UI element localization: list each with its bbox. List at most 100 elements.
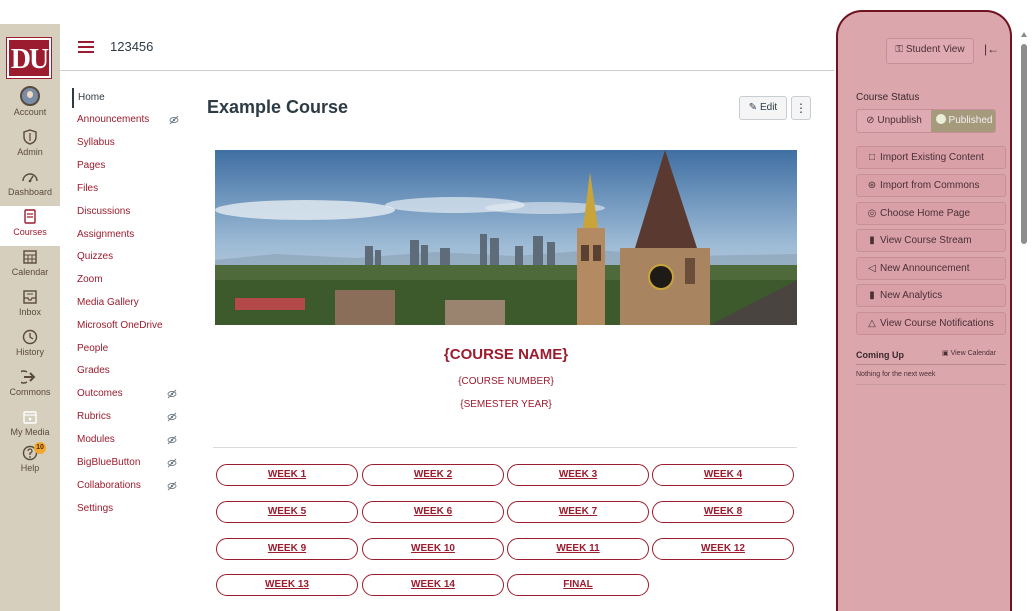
week-6-button[interactable]: WEEK 6 [362,501,504,523]
page-title: Example Course [207,97,349,117]
course-nav-media-gallery[interactable]: Media Gallery [72,293,192,313]
course-nav-collaborations[interactable]: Collaborations [72,476,192,496]
view-course-notifications-button[interactable]: △ View Course Notifications [856,312,1006,335]
pencil-icon: ✎ [748,102,758,113]
week-12-button[interactable]: WEEK 12 [652,538,794,560]
week-3-button[interactable]: WEEK 3 [507,464,649,486]
week-10-button[interactable]: WEEK 10 [362,538,504,560]
course-nav-zoom[interactable]: Zoom [72,270,192,290]
action-label: Import Existing Content [880,152,984,163]
scrollbar[interactable] [1018,30,1030,611]
view-course-stream-button[interactable]: ▮ View Course Stream [856,229,1006,252]
course-nav-bigbluebutton[interactable]: BigBlueButton [72,453,192,473]
student-view-button[interactable]: ⚿ Student View [886,38,974,64]
collapse-panel-icon[interactable]: |← [984,42,999,56]
course-nav-label: Outcomes [77,388,123,399]
course-nav-quizzes[interactable]: Quizzes [72,247,192,267]
import-from-commons-button[interactable]: ⊛ Import from Commons [856,174,1006,197]
edit-button[interactable]: ✎ Edit [739,96,787,120]
global-nav-inbox[interactable]: Inbox [0,286,60,326]
global-nav-label: Admin [17,147,43,157]
week-1-button[interactable]: WEEK 1 [216,464,358,486]
course-nav-settings[interactable]: Settings [72,499,192,519]
course-nav-home[interactable]: Home [72,88,192,108]
course-nav-label: Modules [77,434,115,445]
course-nav-modules[interactable]: Modules [72,430,192,450]
action-label: Choose Home Page [880,208,971,219]
calendar-icon [21,248,39,266]
course-nav-discussions[interactable]: Discussions [72,202,192,222]
course-nav-assignments[interactable]: Assignments [72,225,192,245]
course-nav-outcomes[interactable]: Outcomes [72,384,192,404]
global-nav-label: My Media [10,427,50,437]
week-13-button[interactable]: WEEK 13 [216,574,358,596]
home-page-icon: ◎ [867,208,877,219]
course-nav-people[interactable]: People [72,339,192,359]
global-nav: DU Account Admin Dashboard Courses Calen… [0,24,60,611]
course-nav-grades[interactable]: Grades [72,361,192,381]
week-9-button[interactable]: WEEK 9 [216,538,358,560]
inbox-icon [21,288,39,306]
global-nav-label: Commons [9,387,51,397]
global-nav-courses[interactable]: Courses [0,206,60,246]
check-circle-icon [935,114,946,124]
week-2-button[interactable]: WEEK 2 [362,464,504,486]
announcement-icon: ◁ [868,263,876,274]
course-number-text: {COURSE NUMBER} [458,376,554,387]
book-icon [21,208,39,226]
course-nav-label: Settings [77,503,114,514]
course-nav-label: Assignments [77,229,135,240]
course-nav-label: Home [78,92,105,103]
week-4-button[interactable]: WEEK 4 [652,464,794,486]
course-nav-label: Discussions [77,206,131,217]
scrollbar-thumb[interactable] [1021,44,1027,244]
course-nav-rubrics[interactable]: Rubrics [72,407,192,427]
eye-slash-icon [167,389,177,399]
global-nav-account[interactable]: Account [0,86,60,126]
week-8-button[interactable]: WEEK 8 [652,501,794,523]
new-analytics-button[interactable]: ▮ New Analytics [856,284,1006,307]
du-logo[interactable]: DU [6,37,52,79]
week-5-button[interactable]: WEEK 5 [216,501,358,523]
unpublish-button[interactable]: ⊘ Unpublish [857,110,931,132]
global-nav-calendar[interactable]: Calendar [0,246,60,286]
clock-icon [21,328,39,346]
view-calendar-link[interactable]: ▣ View Calendar [942,349,996,357]
unpublish-label: Unpublish [877,115,922,126]
course-nav-onedrive[interactable]: Microsoft OneDrive [72,316,192,336]
week-7-button[interactable]: WEEK 7 [507,501,649,523]
global-nav-dashboard[interactable]: Dashboard [0,166,60,206]
final-button[interactable]: FINAL [507,574,649,596]
global-nav-history[interactable]: History [0,326,60,366]
more-options-button[interactable]: ⋮ [791,96,811,120]
student-view-icon: ⚿ [895,44,904,55]
global-nav-commons[interactable]: Commons [0,366,60,406]
week-14-button[interactable]: WEEK 14 [362,574,504,596]
course-status-heading: Course Status [856,92,920,103]
global-nav-label: Courses [13,227,47,237]
import-existing-content-button[interactable]: □ Import Existing Content [856,146,1006,169]
global-nav-admin[interactable]: Admin [0,126,60,166]
action-label: View Course Notifications [880,318,994,329]
new-announcement-button[interactable]: ◁ New Announcement [856,257,1006,280]
course-nav-syllabus[interactable]: Syllabus [72,133,192,153]
breadcrumb[interactable]: 123456 [110,39,153,54]
published-button[interactable]: Published [931,110,995,132]
course-nav-announcements[interactable]: Announcements [72,110,192,130]
week-11-button[interactable]: WEEK 11 [507,538,649,560]
eye-slash-icon [167,412,177,422]
course-nav-pages[interactable]: Pages [72,156,192,176]
global-nav-my-media[interactable]: My Media [0,406,60,446]
action-label: New Analytics [880,290,943,301]
import-icon: □ [868,152,876,163]
calendar-icon: ▣ [942,350,949,357]
student-view-label: Student View [905,44,965,55]
scroll-up-arrow-icon[interactable] [1021,32,1027,37]
course-nav-label: Collaborations [77,480,141,491]
global-nav-help[interactable]: 10 Help [0,442,60,482]
course-nav-files[interactable]: Files [72,179,192,199]
choose-home-page-button[interactable]: ◎ Choose Home Page [856,202,1006,225]
hamburger-menu-icon[interactable] [78,41,94,53]
course-nav-label: Announcements [77,114,150,125]
eye-slash-icon [167,481,177,491]
